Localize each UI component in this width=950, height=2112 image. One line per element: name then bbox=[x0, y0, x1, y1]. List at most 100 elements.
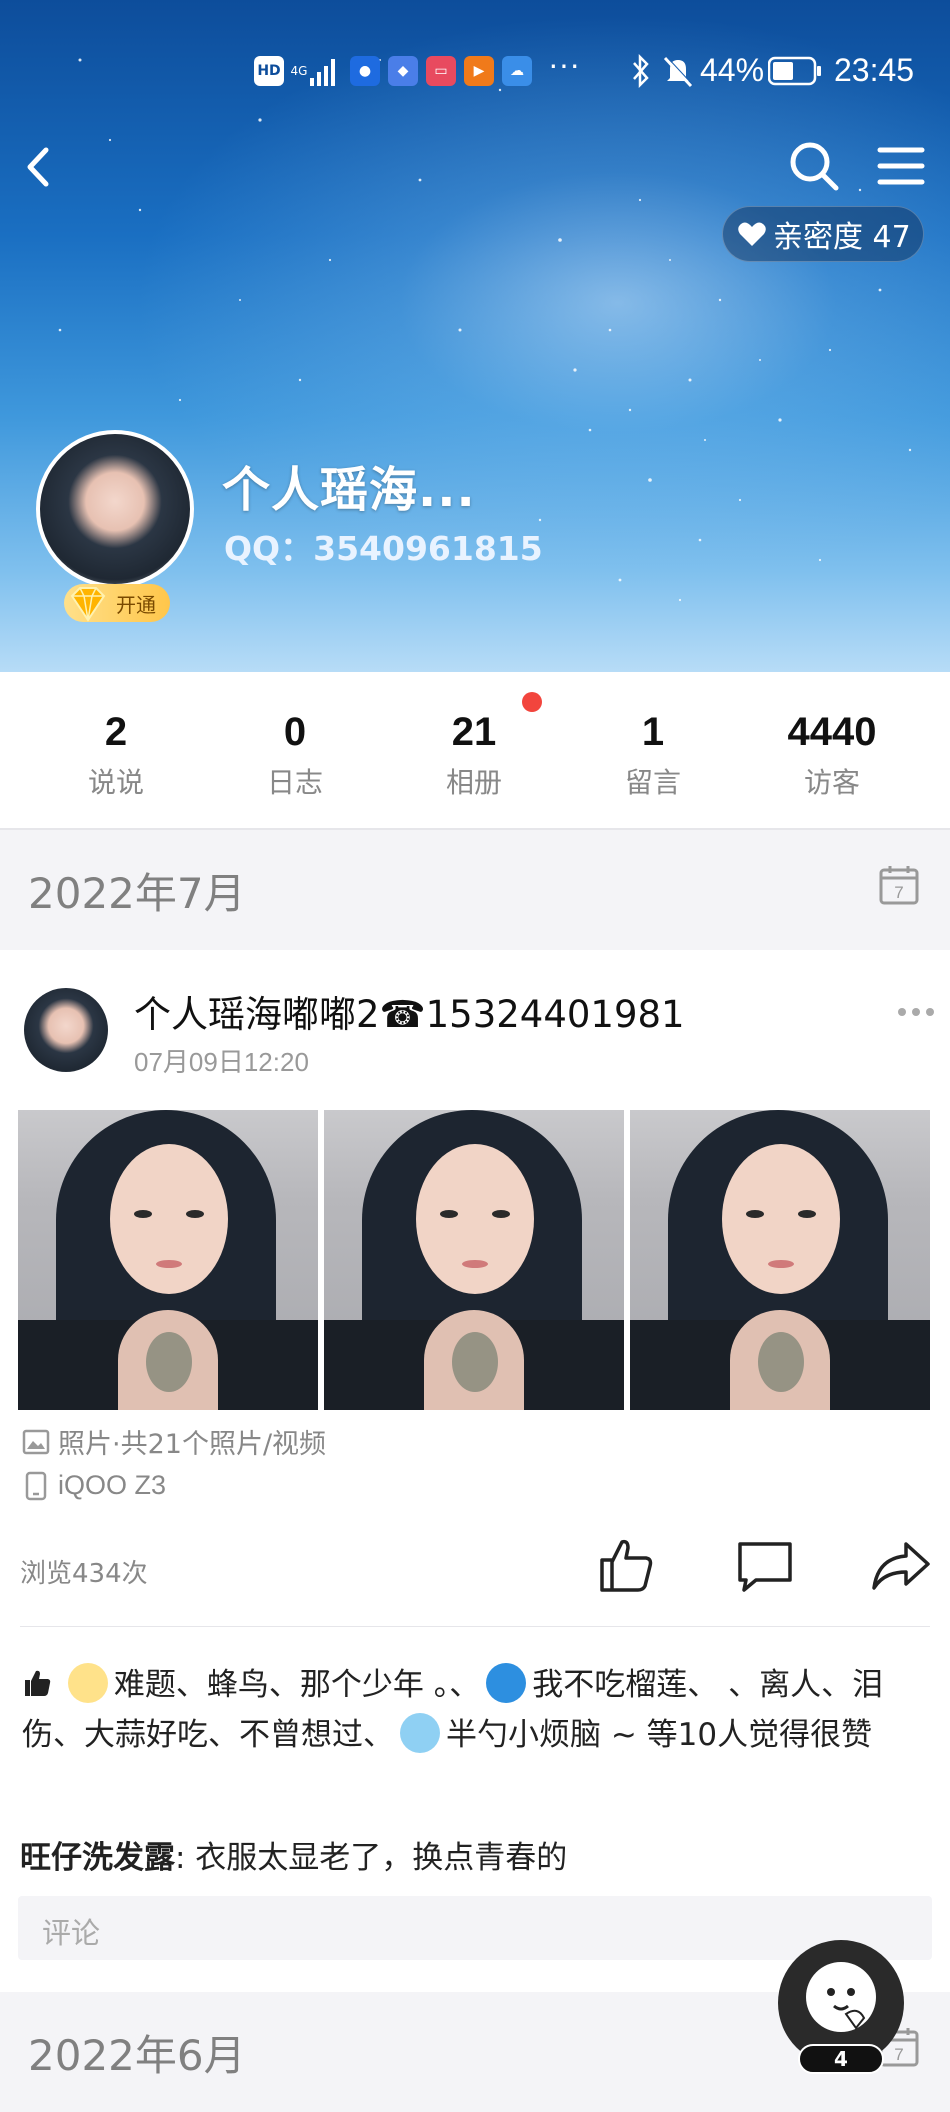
photo-eye bbox=[492, 1210, 510, 1218]
stat-visitors[interactable]: 4440 访客 bbox=[742, 710, 922, 801]
stat-value: 21 bbox=[451, 710, 497, 754]
post-author-name[interactable]: 个人瑶海嘟嘟2☎15324401981 bbox=[134, 984, 685, 1038]
calendar-day: 7 bbox=[894, 883, 903, 902]
bulb-app-icon: ● bbox=[350, 56, 380, 86]
calendar-day: 7 bbox=[894, 2045, 903, 2064]
comment-placeholder: 评论 bbox=[42, 1916, 101, 1950]
month-header: 2022年7月 7 bbox=[0, 830, 950, 948]
bluetooth-icon bbox=[633, 54, 649, 88]
liker-avatar bbox=[67, 1662, 108, 1703]
liker-avatar bbox=[486, 1662, 527, 1703]
network-type: 4G bbox=[290, 56, 308, 86]
view-count: 浏览434次 bbox=[20, 1559, 148, 1589]
photo-tattoo bbox=[146, 1332, 192, 1392]
like-icon[interactable] bbox=[594, 1534, 656, 1596]
liked-thumb-icon bbox=[25, 1670, 51, 1696]
battery-percent: 44% bbox=[700, 52, 765, 88]
post-divider bbox=[20, 1626, 930, 1627]
video-app-icon: ▶ bbox=[464, 56, 494, 86]
post-photo-1[interactable] bbox=[18, 1110, 318, 1410]
more-options-icon[interactable] bbox=[896, 1000, 936, 1024]
hd-icon: HD bbox=[254, 56, 284, 86]
stat-shuoshuo[interactable]: 2 说说 bbox=[26, 710, 206, 801]
liker-avatar bbox=[400, 1712, 440, 1753]
photo-face bbox=[110, 1144, 228, 1294]
search-icon[interactable] bbox=[786, 138, 842, 194]
share-icon[interactable] bbox=[870, 1534, 932, 1596]
photo-lip bbox=[462, 1260, 488, 1268]
signal-icon bbox=[310, 59, 335, 86]
stats-bar: 2 说说 0 日志 21 相册 1 留言 4440 访客 bbox=[0, 672, 950, 828]
menu-icon[interactable] bbox=[876, 144, 926, 188]
post-photo-3[interactable] bbox=[630, 1110, 930, 1410]
post-author-avatar[interactable] bbox=[24, 988, 108, 1072]
phone-icon bbox=[25, 1471, 47, 1500]
album-meta[interactable]: 照片·共21个照片/视频 bbox=[22, 1422, 326, 1461]
device-meta: iQOO Z3 bbox=[22, 1470, 166, 1501]
comment-item: 旺仔洗发露: 衣服太显老了，换点青春的 bbox=[20, 1832, 567, 1877]
post-photo-2[interactable] bbox=[324, 1110, 624, 1410]
profile-cover: HD 4G ● ◆ ▭ ▶ ☁ ··· 44% 23:45 亲密度 47 开通 … bbox=[0, 0, 950, 672]
huawei-app-icon: ▭ bbox=[426, 56, 456, 86]
intimacy-badge[interactable]: 亲密度 47 bbox=[722, 206, 924, 262]
heart-icon bbox=[738, 222, 766, 246]
photo-face bbox=[416, 1144, 534, 1294]
hd-label: HD bbox=[257, 63, 281, 79]
shield-app-icon: ◆ bbox=[388, 56, 418, 86]
battery-icon bbox=[768, 56, 821, 86]
assistant-face bbox=[827, 1988, 866, 2030]
likes-names-1: 难题、蜂鸟、那个少年 。、 bbox=[113, 1667, 481, 1703]
stat-label: 访客 bbox=[803, 766, 860, 799]
month-label: 2022年7月 bbox=[28, 869, 246, 918]
calendar-icon[interactable]: 7 bbox=[878, 864, 920, 906]
photo-lip bbox=[156, 1260, 182, 1268]
device-name: iQOO Z3 bbox=[58, 1470, 167, 1500]
assistant-face-icon bbox=[806, 1962, 876, 2032]
assistant-count-badge: 4 bbox=[798, 2044, 884, 2074]
album-notification-dot bbox=[522, 692, 542, 712]
album-meta-text: 照片·共21个照片/视频 bbox=[58, 1429, 327, 1460]
back-icon[interactable] bbox=[18, 142, 62, 192]
likes-list[interactable]: 难题、蜂鸟、那个少年 。、 我不吃榴莲、 、离人、泪伤、大蒜好吃、不曾想过、 半勺小… bbox=[22, 1660, 922, 1760]
status-bar: HD 4G ● ◆ ▭ ▶ ☁ ··· 44% 23:45 bbox=[0, 46, 950, 92]
intimacy-label: 亲密度 47 bbox=[773, 220, 911, 255]
more-notifications: ··· bbox=[548, 46, 580, 82]
likes-names-3: 半勺小烦脑 ~ 等10人觉得很赞 bbox=[446, 1717, 873, 1753]
photo-eye bbox=[134, 1210, 152, 1218]
mute-bell-icon bbox=[663, 56, 694, 88]
comment-input[interactable]: 评论 bbox=[18, 1896, 932, 1960]
stat-label: 相册 bbox=[445, 766, 502, 799]
clock: 23:45 bbox=[834, 52, 915, 88]
stat-label: 说说 bbox=[87, 766, 144, 799]
stat-value: 4440 bbox=[787, 710, 877, 754]
photo-tattoo bbox=[758, 1332, 804, 1392]
photo-eye bbox=[186, 1210, 204, 1218]
network-label: 4G bbox=[290, 64, 308, 78]
photo-eye bbox=[798, 1210, 816, 1218]
stat-blog[interactable]: 0 日志 bbox=[205, 710, 385, 801]
stat-value: 0 bbox=[283, 710, 307, 754]
photo-eye bbox=[440, 1210, 458, 1218]
cloud-app-icon: ☁ bbox=[502, 56, 532, 86]
stat-label: 留言 bbox=[624, 766, 681, 799]
stat-value: 2 bbox=[104, 710, 128, 754]
photo-tattoo bbox=[452, 1332, 498, 1392]
comment-text: : 衣服太显老了，换点青春的 bbox=[175, 1840, 568, 1876]
profile-name: 个人瑶海... bbox=[222, 462, 476, 518]
qq-number: QQ：3540961815 bbox=[224, 529, 543, 568]
stat-label: 日志 bbox=[266, 766, 323, 799]
vip-label: 开通 bbox=[116, 592, 156, 617]
stat-album[interactable]: 21 相册 bbox=[384, 710, 564, 801]
month-label: 2022年6月 bbox=[28, 2031, 246, 2080]
post-timestamp: 07月09日12:20 bbox=[134, 1047, 309, 1077]
diamond-icon bbox=[70, 587, 106, 622]
image-icon bbox=[22, 1429, 50, 1454]
stat-messages[interactable]: 1 留言 bbox=[563, 710, 743, 801]
stat-value: 1 bbox=[641, 710, 665, 754]
photo-lip bbox=[768, 1260, 794, 1268]
photo-eye bbox=[746, 1210, 764, 1218]
comment-icon[interactable] bbox=[734, 1534, 796, 1596]
profile-avatar[interactable] bbox=[36, 430, 194, 588]
comment-author[interactable]: 旺仔洗发露 bbox=[20, 1840, 175, 1876]
photo-face bbox=[722, 1144, 840, 1294]
